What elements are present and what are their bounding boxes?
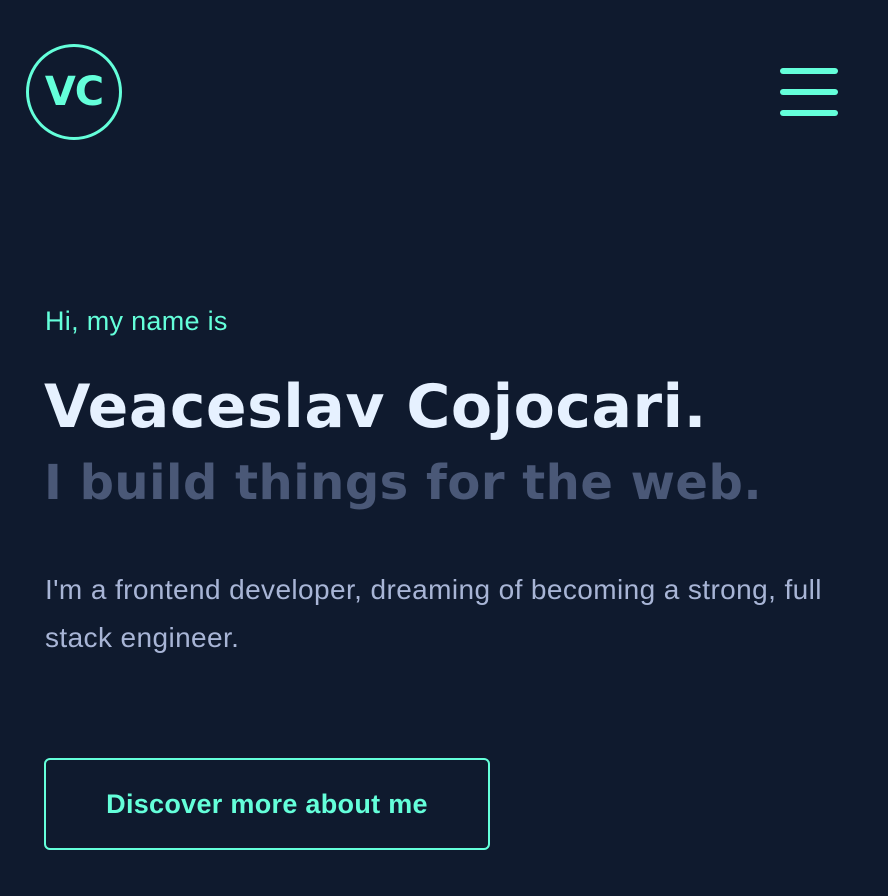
discover-more-button[interactable]: Discover more about me bbox=[44, 758, 490, 850]
menu-bar-bottom bbox=[780, 110, 838, 116]
menu-bar-top bbox=[780, 68, 838, 74]
hero-description: I'm a frontend developer, dreaming of be… bbox=[45, 574, 822, 653]
hero-name: Veaceslav Cojocari. bbox=[44, 372, 707, 442]
logo[interactable]: VC bbox=[26, 44, 122, 140]
menu-bar-middle bbox=[780, 89, 838, 95]
logo-text: VC bbox=[44, 69, 104, 115]
hamburger-menu-icon[interactable] bbox=[780, 68, 838, 116]
hero-greeting: Hi, my name is bbox=[45, 306, 228, 336]
hero-tagline: I build things for the web. bbox=[44, 455, 763, 511]
